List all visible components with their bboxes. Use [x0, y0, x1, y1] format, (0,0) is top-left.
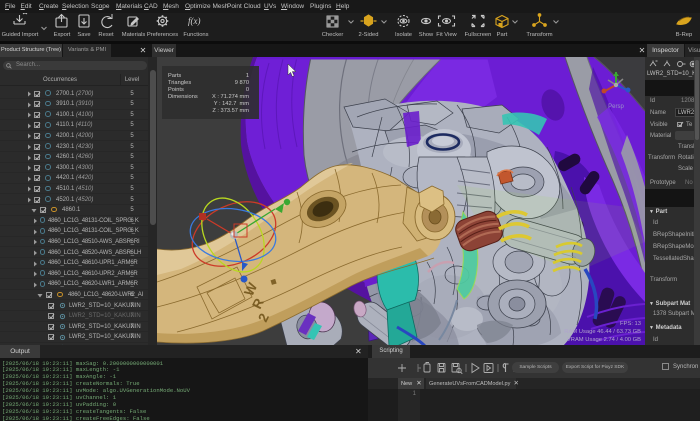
svg-text:Y : 142.7 mm: Y : 142.7 mm	[214, 101, 250, 107]
svg-text:f(x): f(x)	[188, 16, 201, 26]
svg-text:Parts: Parts	[168, 73, 181, 79]
svg-text:X : 71.274 mm: X : 71.274 mm	[212, 94, 249, 100]
svg-text:Dimensions: Dimensions	[168, 94, 198, 100]
svg-text:FPS: 13: FPS: 13	[620, 321, 641, 327]
svg-text:Triangles: Triangles	[168, 80, 191, 86]
svg-text:1: 1	[246, 73, 249, 79]
svg-text:RAM Usage 46.44 / 63.73 GB: RAM Usage 46.44 / 63.73 GB	[564, 329, 641, 335]
svg-text:Points: Points	[168, 87, 184, 93]
svg-text:Persp: Persp	[608, 104, 624, 110]
svg-text:VRAM Usage 2.74 / 4.00 GB: VRAM Usage 2.74 / 4.00 GB	[567, 337, 641, 343]
svg-text:Z : 373.57 mm: Z : 373.57 mm	[212, 108, 249, 114]
svg-text:0: 0	[246, 87, 249, 93]
svg-text:9 870: 9 870	[235, 80, 249, 86]
